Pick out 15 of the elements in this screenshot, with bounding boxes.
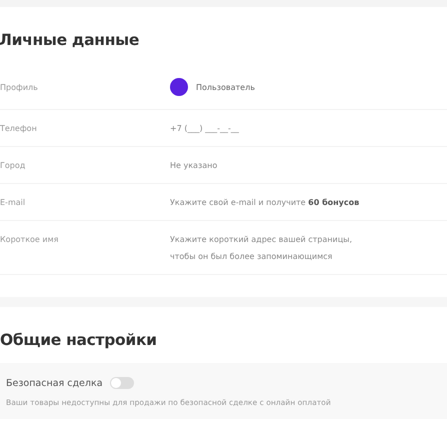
field-label: Короткое имя xyxy=(0,235,60,244)
field-value[interactable]: Не указано xyxy=(170,157,218,174)
section-title: Общие настройки xyxy=(0,331,158,349)
field-value[interactable]: Укажите короткий адрес вашей страницы, чтобы он был более запоминающимся xyxy=(170,231,370,265)
setting-label: Безопасная сделка xyxy=(6,378,103,388)
field-value[interactable]: Укажите свой e-mail и получите 60 бонусов xyxy=(170,194,360,211)
field-label: Телефон xyxy=(0,124,38,133)
field-label: E-mail xyxy=(0,198,26,207)
field-label: Профиль xyxy=(0,82,39,92)
toggle-switch[interactable] xyxy=(110,377,134,389)
field-value[interactable]: +7 (___) ___-__-__ xyxy=(170,120,239,137)
section-title: Личные данные xyxy=(0,31,140,49)
avatar-icon[interactable] xyxy=(170,78,188,96)
profile-name[interactable]: Пользователь xyxy=(196,78,255,96)
field-label: Город xyxy=(0,161,26,170)
